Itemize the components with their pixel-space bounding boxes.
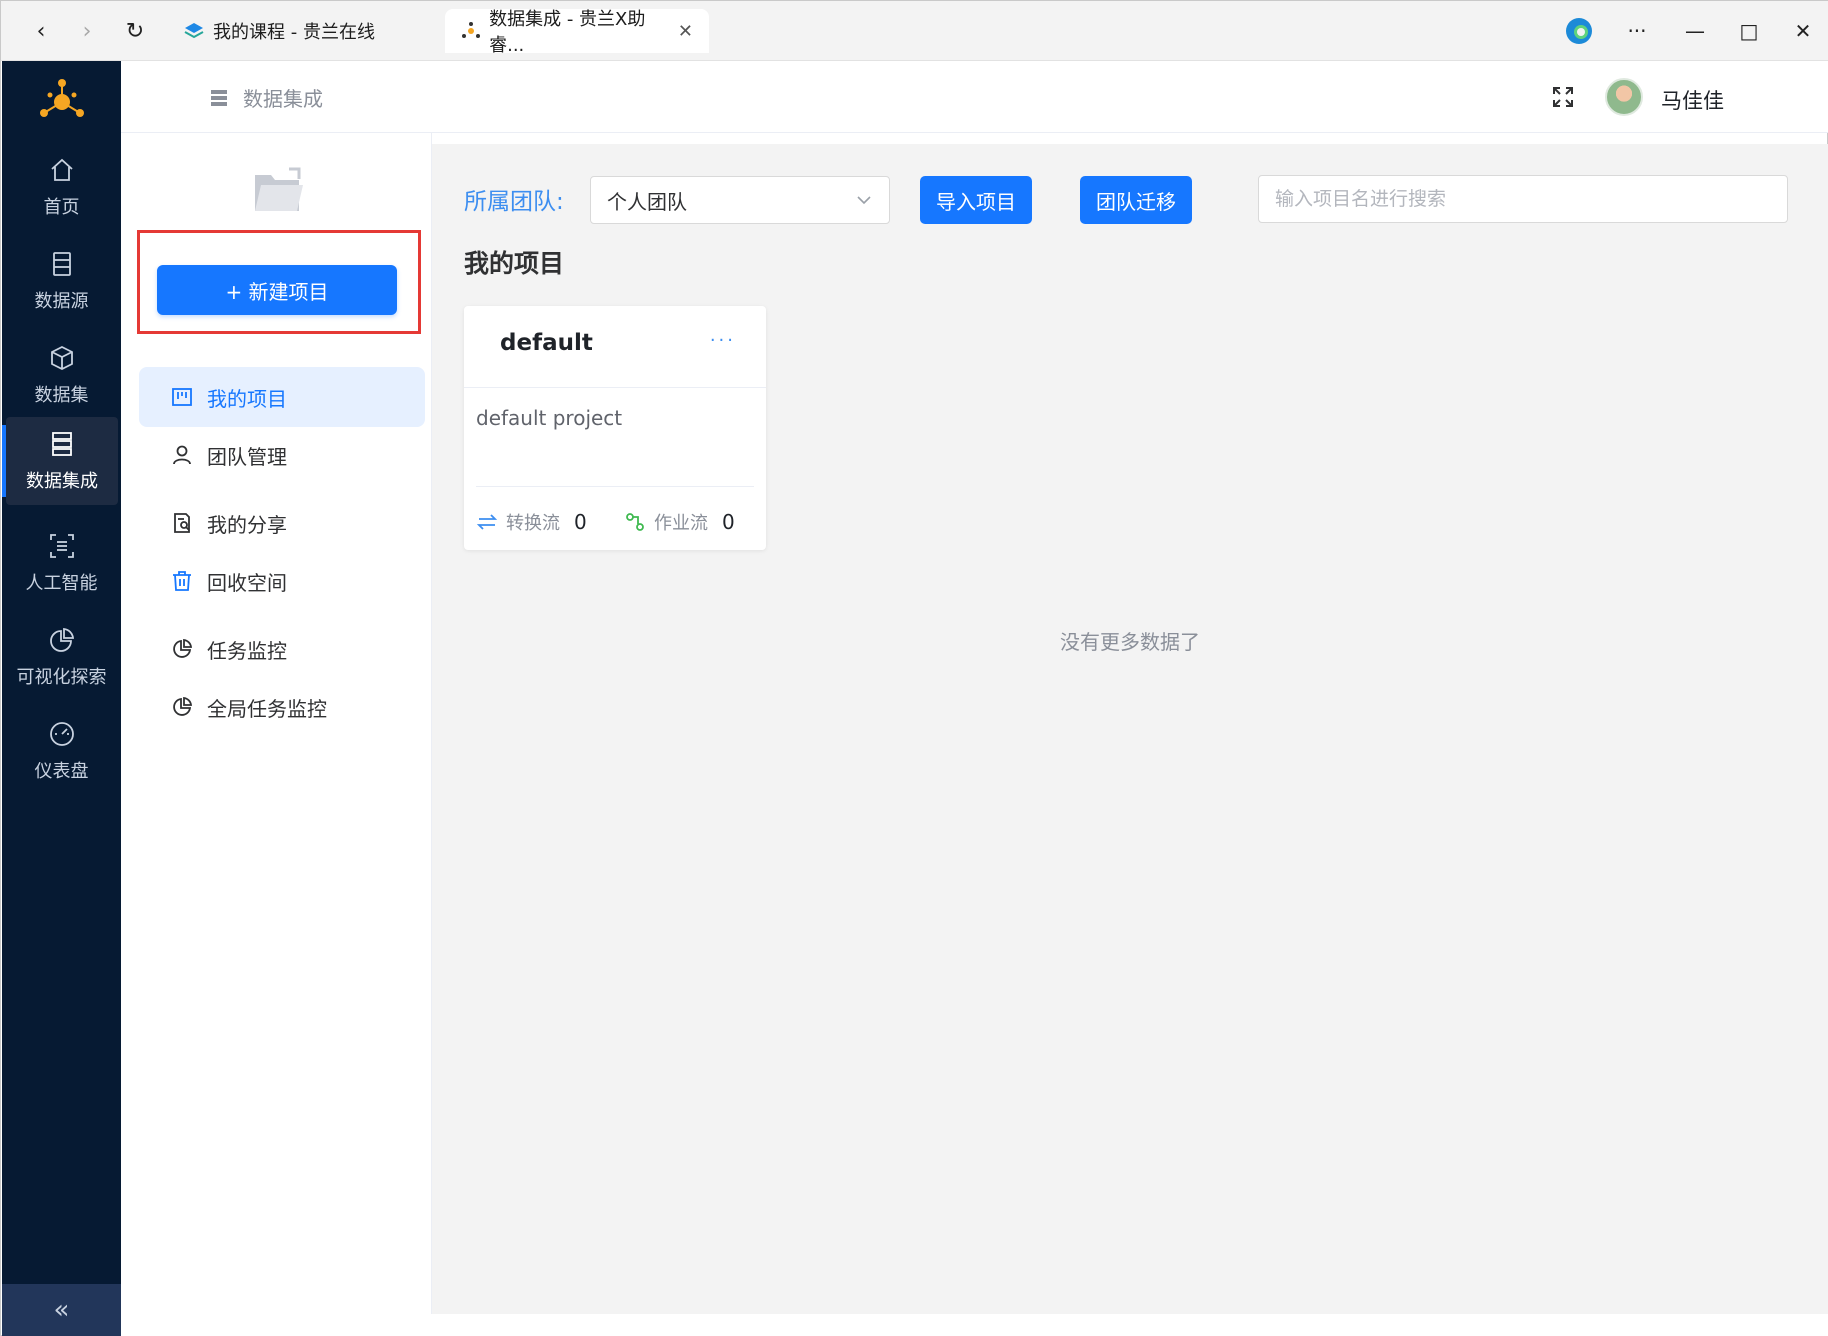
nav-item-visual-explore[interactable]: 可视化探索 [2,613,121,701]
browser-toolbar: ‹ › ↻ 我的课程 - 贵兰在线 数据集成 - 贵兰X助睿... ✕ ··· … [1,1,1828,61]
project-icon [172,388,192,406]
page-header: 数据集成 马佳佳 [121,61,1828,133]
breadcrumb: 数据集成 [209,83,323,112]
card-header: default ··· [464,306,766,388]
cube-icon [50,345,73,371]
tab-my-courses[interactable]: 我的课程 - 贵兰在线 [167,9,421,53]
server-icon [52,432,72,456]
pie-icon [173,696,193,716]
close-window-button[interactable]: ✕ [1783,11,1823,51]
page-footer [121,1314,1828,1336]
back-button[interactable]: ‹ [23,13,59,49]
menu-item-team-management[interactable]: 团队管理 [139,425,425,485]
transform-flow-icon [476,514,498,530]
nav-label: 数据集成 [26,471,98,492]
nav-item-data-integration[interactable]: 数据集成 [2,417,118,505]
tab-data-integration[interactable]: 数据集成 - 贵兰X助睿... ✕ [445,9,709,56]
minimize-button[interactable]: — [1675,11,1715,51]
share-icon [174,513,190,533]
import-project-button[interactable]: 导入项目 [920,176,1032,224]
project-title[interactable]: default [500,330,593,356]
job-flow-count: 0 [722,510,735,534]
layers-icon [183,20,205,42]
folder-icon [255,167,303,211]
close-tab-icon[interactable]: ✕ [678,21,693,42]
forward-button[interactable]: › [69,13,105,49]
menu-label: 全局任务监控 [207,696,327,721]
app-logo[interactable] [36,75,88,127]
job-flow-label: 作业流 [654,513,708,534]
nav-label: 首页 [43,197,80,218]
transform-flow-stat: 转换流 0 [476,509,587,535]
transform-flow-count: 0 [574,510,587,534]
menu-label: 回收空间 [207,570,287,595]
trash-icon [173,571,191,591]
menu-item-global-task-monitor[interactable]: 全局任务监控 [139,677,425,737]
nav-label: 仪表盘 [34,761,89,782]
home-icon [50,158,73,181]
dashboard-icon [49,722,74,746]
main-content: 所属团队: 个人团队 导入项目 团队迁移 我的项目 default ··· de… [432,144,1828,1314]
section-title: 我的项目 [464,249,565,278]
team-migrate-button[interactable]: 团队迁移 [1080,176,1192,224]
nav-label: 数据源 [34,291,89,312]
menu-label: 我的分享 [207,512,287,537]
menu-label: 任务监控 [207,638,287,663]
tab-title: 我的课程 - 贵兰在线 [213,22,375,43]
pie-chart-icon [49,628,74,652]
more-options-icon[interactable]: ··· [710,330,736,351]
nav-item-home[interactable]: 首页 [2,143,121,231]
browser-window: ‹ › ↻ 我的课程 - 贵兰在线 数据集成 - 贵兰X助睿... ✕ ··· … [0,0,1828,1336]
menu-label: 我的项目 [207,386,287,411]
team-label: 所属团队: [464,189,564,215]
team-select-value: 个人团队 [607,189,687,214]
menu-item-recycle-bin[interactable]: 回收空间 [139,551,425,611]
pie-icon [173,638,193,658]
fullscreen-icon[interactable] [1549,83,1577,111]
nav-label: 人工智能 [25,573,98,594]
maximize-button[interactable]: □ [1729,11,1769,51]
database-icon [52,252,71,276]
nav-item-datasource[interactable]: 数据源 [2,237,121,325]
collapse-nav-button[interactable]: « [2,1284,121,1336]
menu-label: 团队管理 [207,444,287,469]
ai-icon [49,534,74,558]
reload-button[interactable]: ↻ [117,13,153,49]
more-icon[interactable]: ··· [1617,11,1657,51]
new-project-button[interactable]: + 新建项目 [157,265,397,315]
card-footer: 转换流 0 作业流 0 [476,486,754,550]
team-select[interactable]: 个人团队 [590,176,890,224]
tab-title: 数据集成 - 贵兰X助睿... [489,9,646,56]
project-card[interactable]: default ··· default project 转换流 0 作业流 0 [464,306,766,550]
job-flow-stat: 作业流 0 [624,509,735,535]
username[interactable]: 马佳佳 [1661,85,1724,115]
nav-item-dashboard[interactable]: 仪表盘 [2,707,121,795]
transform-flow-label: 转换流 [506,513,560,534]
nav-label: 数据集 [34,385,89,406]
project-search-input[interactable] [1258,175,1788,223]
server-icon [211,89,227,106]
project-description: default project [476,406,623,430]
edge-browser-icon[interactable] [1559,11,1599,51]
user-icon [173,445,191,465]
job-flow-icon [626,513,644,531]
app-logo-icon [461,20,481,42]
main-navigation: 首页 数据源 数据集 数据集成 人工智能 可视化探索 仪表盘 « [2,61,121,1336]
nav-item-dataset[interactable]: 数据集 [2,331,121,419]
breadcrumb-label: 数据集成 [243,87,323,111]
avatar[interactable] [1605,78,1643,116]
menu-item-my-projects[interactable]: 我的项目 [139,367,425,427]
menu-item-task-monitor[interactable]: 任务监控 [139,619,425,679]
no-more-data-text: 没有更多数据了 [1060,630,1200,654]
nav-item-ai[interactable]: 人工智能 [2,519,121,607]
project-sidebar: + 新建项目 我的项目 团队管理 我的分享 回收空间 任务监控 全局任务监控 [121,133,432,1336]
menu-item-my-shares[interactable]: 我的分享 [139,493,425,553]
nav-label: 可视化探索 [16,667,107,688]
chevron-down-icon [857,196,871,205]
